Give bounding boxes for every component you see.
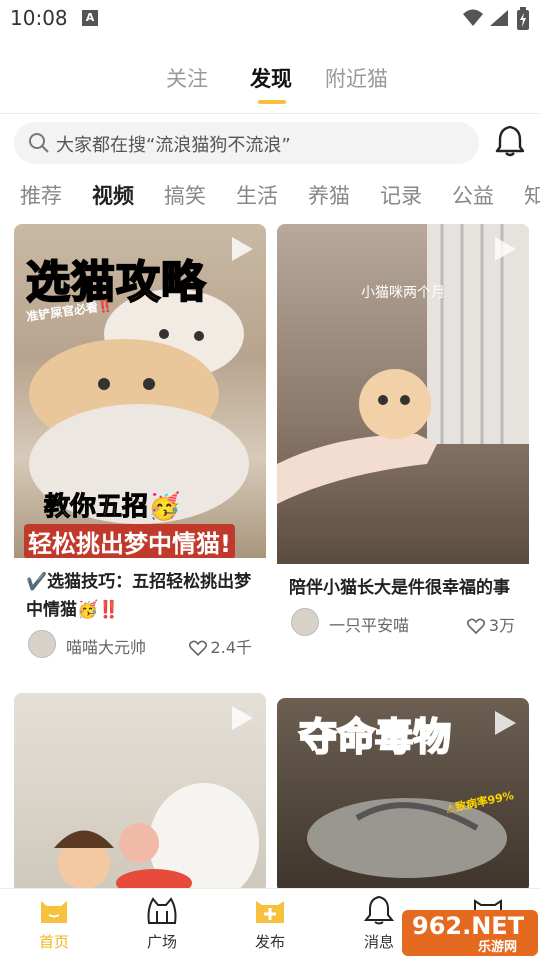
wifi-icon [463,9,483,26]
play-icon [232,706,253,730]
video-thumbnail[interactable]: 夺命毒物 ⚠致病率99% [277,698,529,893]
search-icon [29,133,49,153]
category-knowledge[interactable]: 知 [524,180,540,210]
video-thumbnail[interactable]: 小猫咪两个月 [277,224,529,564]
card-meta: 一只平安喵 3万 [277,602,529,646]
nav-home[interactable]: 首页 [14,895,94,952]
like-count: 2.4千 [210,638,252,657]
bell-icon[interactable] [494,124,526,158]
play-icon [495,711,516,735]
nav-publish-label: 发布 [254,933,285,951]
status-time: 10:08 [10,6,68,30]
watermark-small-text: 乐游网 [478,940,518,955]
category-charity[interactable]: 公益 [452,180,494,210]
video-card[interactable] [14,693,266,893]
publish-plus-icon [256,901,284,923]
category-tabs: 推荐 视频 搞笑 生活 养猫 记录 公益 知 [0,178,540,214]
nav-publish[interactable]: 发布 [230,895,310,952]
home-cat-icon [41,901,67,923]
video-card[interactable]: 小猫咪两个月 陪伴小猫长大是件很幸福的事 一只平安喵 3万 [277,224,529,646]
tab-discover[interactable]: 发现 [250,63,292,93]
nav-home-label: 首页 [38,933,69,951]
active-tab-indicator [258,100,286,104]
category-video[interactable]: 视频 [92,180,134,210]
nav-plaza[interactable]: 广场 [122,895,202,952]
overlay-bottom-2: 轻松挑出梦中情猫! [24,524,235,558]
header-divider [0,113,540,114]
heart-icon [466,618,485,634]
nav-plaza-label: 广场 [146,933,177,951]
overlay-caption: 小猫咪两个月 [361,285,445,301]
overlay-bottom-1: 教你五招🥳 [43,492,181,523]
category-funny[interactable]: 搞笑 [164,180,206,210]
search-placeholder: 大家都在搜“流浪猫狗不流浪” [56,135,291,156]
video-thumbnail[interactable]: 选猫攻略 准铲屎官必看‼️ 教你五招🥳 轻松挑出梦中情猫! [14,224,266,558]
notification-a-icon: A [82,10,98,26]
like-button[interactable]: 2.4千 [188,634,252,658]
messages-bell-cat-icon [363,895,395,925]
author-name[interactable]: 喵喵大元帅 [66,634,146,658]
video-thumbnail[interactable] [14,693,266,893]
signal-icon [490,10,508,26]
author-name[interactable]: 一只平安喵 [329,612,409,636]
video-card[interactable]: 夺命毒物 ⚠致病率99% [277,698,529,893]
plaza-icon [147,897,177,924]
tab-nearby-cats[interactable]: 附近猫 [325,63,388,93]
category-life[interactable]: 生活 [236,180,278,210]
play-icon [232,237,253,261]
search-bar[interactable]: 大家都在搜“流浪猫狗不流浪” [14,122,479,164]
avatar[interactable] [291,608,319,636]
battery-icon [517,7,529,30]
tab-follow[interactable]: 关注 [166,63,208,93]
card-title: ✔️选猫技巧：五招轻松挑出梦中情猫🥳‼️ [26,572,252,620]
overlay-title: 选猫攻略 [25,256,206,309]
category-raising-cats[interactable]: 养猫 [308,180,350,210]
status-bar: 10:08 A [0,0,540,40]
video-card[interactable]: 选猫攻略 准铲屎官必看‼️ 教你五招🥳 轻松挑出梦中情猫! ✔️选猫技巧：五招轻… [14,224,266,668]
category-recommend[interactable]: 推荐 [20,180,62,210]
like-button[interactable]: 3万 [466,612,515,636]
card-meta: 喵喵大元帅 2.4千 [14,624,266,668]
play-icon [495,237,516,261]
kitten-photo-image [277,224,529,504]
top-tabs: 关注 发现 附近猫 [0,55,540,105]
overlay-title: 夺命毒物 [298,714,452,760]
card-title: 陪伴小猫长大是件很幸福的事 [289,578,510,598]
avatar[interactable] [28,630,56,658]
category-records[interactable]: 记录 [380,180,422,210]
heart-icon [188,640,207,656]
watermark-logo: 962.NET 乐游网 [402,910,538,956]
like-count: 3万 [488,616,515,635]
